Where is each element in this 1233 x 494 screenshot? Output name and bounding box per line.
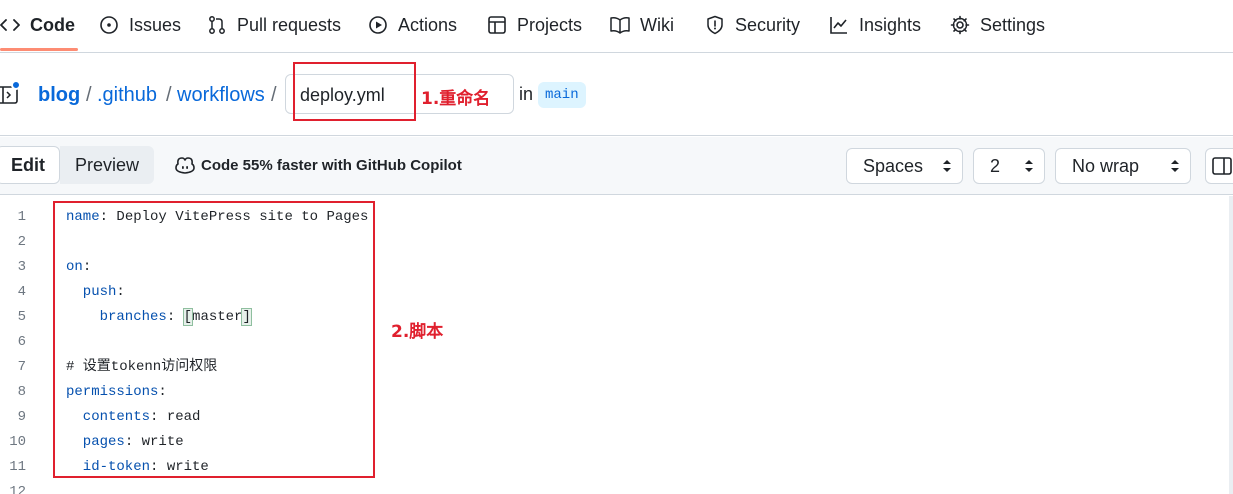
tab-security[interactable]: Security [705, 0, 800, 50]
line-number: 2 [17, 234, 26, 250]
indent-mode-value: Spaces [863, 155, 924, 176]
tab-pull-requests[interactable]: Pull requests [207, 0, 341, 50]
indent-size-select[interactable]: 2 [973, 148, 1045, 184]
rename-annotation-label: 1.重命名 [421, 89, 491, 109]
breadcrumb-separator: / [166, 84, 172, 106]
breadcrumb-github-link[interactable]: .github [97, 82, 157, 108]
line-number: 12 [9, 484, 26, 494]
tab-wiki[interactable]: Wiki [610, 0, 674, 50]
book-icon [610, 17, 630, 34]
active-tab-indicator [0, 48, 78, 51]
table-icon [488, 16, 506, 34]
tab-actions[interactable]: Actions [368, 0, 457, 50]
tab-settings[interactable]: Settings [950, 0, 1045, 50]
line-number: 3 [17, 259, 26, 275]
tab-projects[interactable]: Projects [487, 0, 582, 50]
issue-icon [100, 16, 118, 34]
tab-insights-label: Insights [859, 14, 922, 35]
sidebar-expand-icon [1212, 157, 1232, 175]
line-number: 6 [17, 334, 26, 350]
copilot-promo-label: Code 55% faster with GitHub Copilot [201, 156, 462, 174]
breadcrumb-workflows-link[interactable]: workflows [177, 82, 265, 108]
tab-pull-requests-label: Pull requests [237, 14, 342, 35]
branch-in-label: in [519, 84, 534, 104]
side-panel-toggle-button[interactable] [1205, 148, 1233, 184]
line-number: 11 [9, 459, 26, 475]
line-number: 7 [17, 359, 26, 375]
wrap-mode-value: No wrap [1072, 155, 1140, 176]
shield-icon [707, 15, 723, 35]
tab-issues[interactable]: Issues [99, 0, 181, 50]
script-annotation-label: 2.脚本 [391, 322, 444, 342]
tab-code-label: Code [30, 14, 75, 35]
code-line[interactable]: 12 [0, 480, 1220, 494]
copilot-promo[interactable]: Code 55% faster with GitHub Copilot [175, 156, 462, 174]
line-number: 5 [17, 309, 26, 325]
line-number: 4 [17, 284, 26, 300]
repo-nav: Code Issues Pull requests Actions Projec… [0, 0, 1233, 53]
script-annotation-box [53, 201, 375, 478]
tab-insights[interactable]: Insights [829, 0, 921, 50]
editor-scrollbar[interactable] [1229, 196, 1233, 494]
select-caret-icon [1171, 160, 1179, 172]
select-caret-icon [1025, 160, 1033, 172]
tab-security-label: Security [735, 14, 801, 35]
tab-issues-label: Issues [129, 14, 182, 35]
pull-request-icon [209, 16, 225, 34]
line-number: 10 [9, 434, 26, 450]
line-number: 9 [17, 409, 26, 425]
branch-badge[interactable]: main [538, 82, 586, 108]
gear-icon [950, 15, 970, 35]
code-icon [0, 19, 20, 31]
tab-settings-label: Settings [980, 14, 1046, 35]
edit-tab[interactable]: Edit [0, 146, 60, 184]
editor-toolbar: Edit Preview Code 55% faster with GitHub… [0, 137, 1233, 195]
wrap-mode-select[interactable]: No wrap [1055, 148, 1191, 184]
breadcrumb: blog / .github / workflows / 1.重命名 in ma… [0, 54, 1233, 136]
play-icon [369, 16, 387, 34]
breadcrumb-separator: / [86, 84, 92, 106]
copilot-icon [175, 157, 195, 174]
tab-actions-label: Actions [398, 14, 458, 35]
graph-icon [830, 17, 847, 34]
preview-tab[interactable]: Preview [60, 146, 154, 184]
notification-dot [11, 80, 21, 90]
rename-annotation-box [293, 62, 416, 121]
line-number: 8 [17, 384, 26, 400]
select-caret-icon [943, 160, 951, 172]
tab-wiki-label: Wiki [640, 14, 674, 35]
breadcrumb-repo-link[interactable]: blog [38, 82, 80, 108]
indent-size-value: 2 [990, 155, 1001, 176]
indent-mode-select[interactable]: Spaces [846, 148, 963, 184]
tab-code[interactable]: Code [0, 0, 75, 50]
line-number: 1 [17, 209, 26, 225]
tab-projects-label: Projects [517, 14, 583, 35]
breadcrumb-separator: / [271, 84, 277, 106]
code-editor[interactable]: 1 name: Deploy VitePress site to Pages 2… [0, 196, 1233, 494]
